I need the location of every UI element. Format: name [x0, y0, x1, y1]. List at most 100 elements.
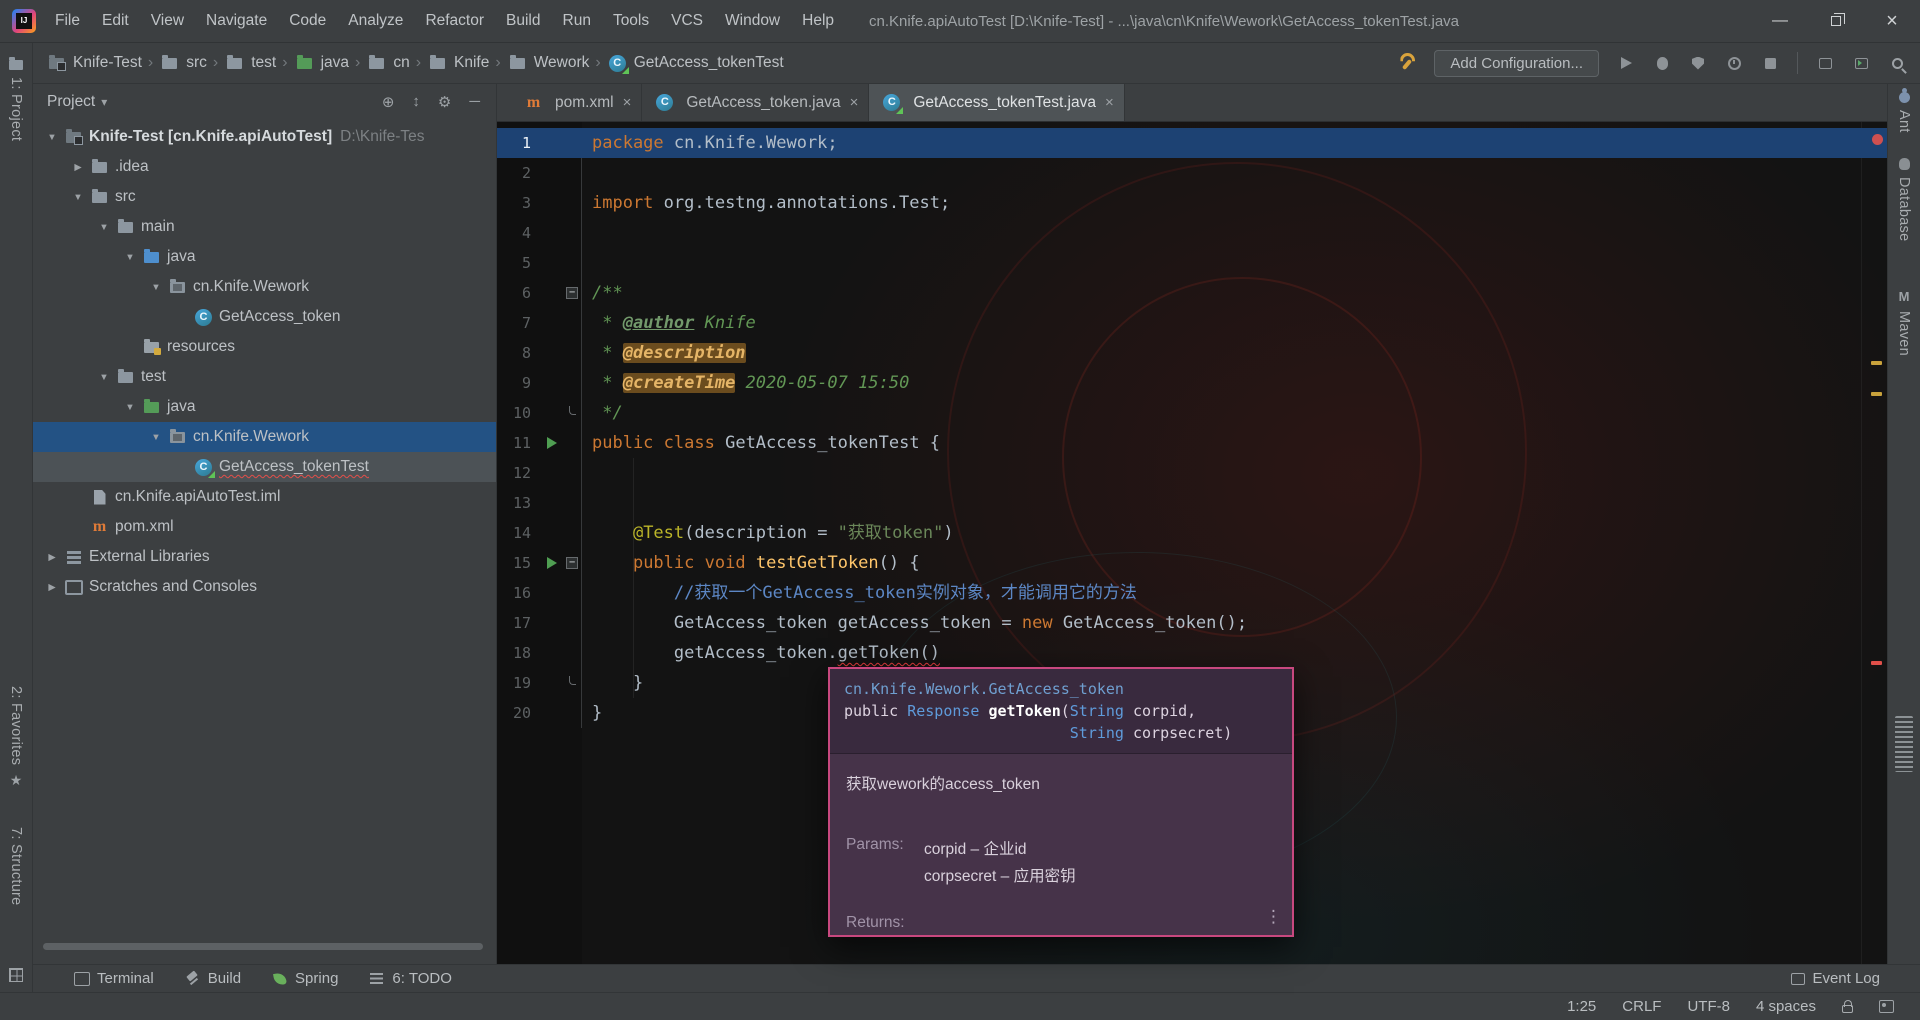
type-link[interactable]: String	[1070, 702, 1124, 720]
toolwindow-ant-button[interactable]: Ant	[1888, 92, 1920, 133]
tree-row[interactable]: ▼test	[33, 362, 496, 392]
code-line[interactable]: 4	[497, 218, 1887, 248]
tree-row[interactable]: ▼java	[33, 392, 496, 422]
line-number[interactable]: 1	[497, 128, 541, 158]
editor-tab[interactable]: pom.xml×	[511, 84, 642, 121]
restore-button[interactable]	[1808, 0, 1864, 42]
editor-scrollbar-thumb[interactable]	[1895, 716, 1913, 772]
menu-edit[interactable]: Edit	[91, 0, 140, 42]
run-gutter-icon[interactable]	[547, 437, 557, 449]
locate-file-icon[interactable]: ⊕	[382, 93, 395, 111]
code-line[interactable]: 15− public void testGetToken() {	[497, 548, 1887, 578]
code-line[interactable]: 9 * @createTime 2020-05-07 15:50	[497, 368, 1887, 398]
code-line[interactable]: 2	[497, 158, 1887, 188]
tree-chevron-icon[interactable]: ▶	[41, 552, 63, 563]
tree-row[interactable]: ▶Scratches and Consoles	[33, 572, 496, 602]
breadcrumb-item[interactable]: test	[221, 52, 279, 74]
fold-end-icon[interactable]	[569, 676, 576, 685]
tree-row[interactable]: ▼cn.Knife.Wework	[33, 422, 496, 452]
tree-chevron-icon[interactable]: ▼	[119, 402, 141, 413]
warning-stripe-mark[interactable]	[1871, 361, 1882, 365]
add-configuration-button[interactable]: Add Configuration...	[1434, 50, 1599, 77]
close-tab-icon[interactable]: ×	[623, 94, 632, 111]
toolwindow-structure-button[interactable]: 7: Structure	[0, 827, 32, 906]
fold-end-icon[interactable]	[569, 406, 576, 415]
editor-tab[interactable]: GetAccess_tokenTest.java×	[869, 84, 1124, 121]
minimize-button[interactable]: —	[1752, 0, 1808, 42]
code-line[interactable]: 6−/**	[497, 278, 1887, 308]
terminal-quick-button[interactable]	[1852, 54, 1870, 72]
toolwindow-spring-button[interactable]: Spring	[271, 970, 338, 987]
toolwindow-6todo-button[interactable]: 6: TODO	[368, 970, 451, 987]
hide-panel-icon[interactable]: ─	[469, 93, 480, 111]
breadcrumb-item[interactable]: java	[291, 52, 352, 74]
tree-row[interactable]: ▶External Libraries	[33, 542, 496, 572]
encoding-indicator[interactable]: UTF-8	[1687, 998, 1730, 1015]
tree-row[interactable]: ▼src	[33, 182, 496, 212]
tree-chevron-icon[interactable]: ▶	[67, 162, 89, 173]
open-window-button[interactable]	[1816, 54, 1834, 72]
code-line[interactable]: 17 GetAccess_token getAccess_token = new…	[497, 608, 1887, 638]
menu-build[interactable]: Build	[495, 0, 551, 42]
code-line[interactable]: 14 @Test(description = "获取token")	[497, 518, 1887, 548]
tree-chevron-icon[interactable]: ▼	[119, 252, 141, 263]
inspections-error-indicator[interactable]	[1872, 134, 1883, 145]
type-link[interactable]: Response	[907, 702, 979, 720]
menu-tools[interactable]: Tools	[602, 0, 660, 42]
settings-gear-icon[interactable]: ⚙	[438, 93, 451, 111]
line-number[interactable]: 20	[497, 698, 541, 728]
more-options-icon[interactable]: ⋮	[1265, 907, 1282, 927]
code-line[interactable]: 16 //获取一个GetAccess_token实例对象，才能调用它的方法	[497, 578, 1887, 608]
line-number[interactable]: 7	[497, 308, 541, 338]
close-tab-icon[interactable]: ×	[1105, 94, 1114, 111]
toolwindow-database-button[interactable]: Database	[1888, 158, 1920, 241]
menu-code[interactable]: Code	[278, 0, 337, 42]
type-link[interactable]: String	[1070, 724, 1124, 742]
close-button[interactable]: ×	[1864, 0, 1920, 42]
code-line[interactable]: 18 getAccess_token.getToken()	[497, 638, 1887, 668]
readonly-lock-icon[interactable]	[1842, 1005, 1853, 1013]
code-line[interactable]: 13	[497, 488, 1887, 518]
line-separator-indicator[interactable]: CRLF	[1622, 998, 1661, 1015]
menu-run[interactable]: Run	[552, 0, 602, 42]
line-number[interactable]: 3	[497, 188, 541, 218]
project-view-selector[interactable]: Project	[47, 93, 95, 111]
indent-indicator[interactable]: 4 spaces	[1756, 998, 1816, 1015]
tree-chevron-icon[interactable]: ▼	[145, 282, 167, 293]
line-number[interactable]: 15	[497, 548, 541, 578]
line-number[interactable]: 5	[497, 248, 541, 278]
toolwindow-maven-button[interactable]: M Maven	[1888, 290, 1920, 356]
menu-help[interactable]: Help	[791, 0, 845, 42]
code-line[interactable]: 8 * @description	[497, 338, 1887, 368]
tree-row[interactable]: pom.xml	[33, 512, 496, 542]
tree-row[interactable]: GetAccess_token	[33, 302, 496, 332]
line-number[interactable]: 13	[497, 488, 541, 518]
line-number[interactable]: 14	[497, 518, 541, 548]
tree-row[interactable]: ▼cn.Knife.Wework	[33, 272, 496, 302]
code-line[interactable]: 1package cn.Knife.Wework;	[497, 128, 1887, 158]
tree-row[interactable]: resources	[33, 332, 496, 362]
menu-navigate[interactable]: Navigate	[195, 0, 278, 42]
line-number[interactable]: 16	[497, 578, 541, 608]
fold-collapse-icon[interactable]: −	[566, 557, 578, 569]
menu-vcs[interactable]: VCS	[660, 0, 714, 42]
menu-window[interactable]: Window	[714, 0, 791, 42]
toolwindow-build-button[interactable]: Build	[184, 970, 241, 987]
run-button[interactable]	[1617, 54, 1635, 72]
breadcrumb-item[interactable]: cn	[363, 52, 412, 74]
breadcrumb-item[interactable]: Wework	[504, 52, 593, 74]
line-number[interactable]: 19	[497, 668, 541, 698]
menu-refactor[interactable]: Refactor	[414, 0, 495, 42]
profiler-button[interactable]	[1725, 54, 1743, 72]
code-line[interactable]: 7 * @author Knife	[497, 308, 1887, 338]
line-number[interactable]: 12	[497, 458, 541, 488]
tree-row[interactable]: ▼main	[33, 212, 496, 242]
run-gutter-icon[interactable]	[547, 557, 557, 569]
menu-file[interactable]: File	[44, 0, 91, 42]
tree-chevron-icon[interactable]: ▼	[93, 222, 115, 233]
tree-chevron-icon[interactable]: ▼	[41, 132, 63, 143]
line-number[interactable]: 4	[497, 218, 541, 248]
coverage-button[interactable]	[1689, 54, 1707, 72]
code-line[interactable]: 12	[497, 458, 1887, 488]
fold-collapse-icon[interactable]: −	[566, 287, 578, 299]
